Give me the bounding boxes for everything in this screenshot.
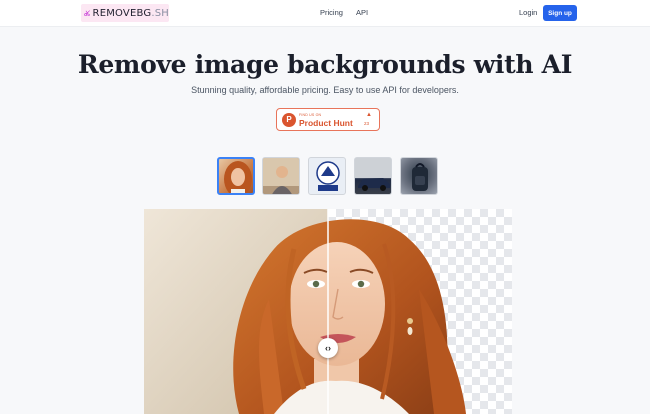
portrait-red-hair-icon <box>224 161 252 193</box>
brand-logo[interactable]: REMOVEBG.SH <box>81 4 169 22</box>
comparison-image <box>144 209 512 414</box>
page-title: Remove image backgrounds with AI <box>77 50 573 79</box>
backpack-photo-icon <box>412 163 428 191</box>
product-hunt-caption: FIND US ON <box>299 113 322 117</box>
nav-link-api[interactable]: API <box>356 8 368 17</box>
logo-graphic-icon <box>316 161 340 191</box>
signup-button[interactable]: Sign up <box>543 5 577 21</box>
page-subtitle: Stunning quality, affordable pricing. Ea… <box>191 85 459 95</box>
sample-thumbnail-logo[interactable] <box>308 157 346 195</box>
upvote-arrow-icon: ▲ <box>366 112 372 118</box>
login-link[interactable]: Login <box>519 8 537 17</box>
upvote-count: 23 <box>364 121 370 126</box>
top-navbar: REMOVEBG.SH Pricing API Login Sign up <box>0 0 650 27</box>
product-hunt-logo-icon: P <box>282 113 296 127</box>
sample-thumbnail-car[interactable] <box>354 157 392 195</box>
comparison-slider-handle[interactable]: ‹› <box>318 338 338 358</box>
nav-link-pricing[interactable]: Pricing <box>320 8 343 17</box>
man-in-office-icon <box>263 158 299 194</box>
logo-text: REMOVEBG.SH <box>93 8 169 19</box>
logo-extension: .SH <box>151 7 169 19</box>
product-hunt-name: Product Hunt <box>299 118 353 128</box>
product-hunt-badge[interactable]: P FIND US ON Product Hunt ▲ 23 <box>276 108 380 131</box>
before-after-comparison[interactable] <box>144 209 512 414</box>
logo-name: REMOVEBG <box>92 7 152 19</box>
car-photo-icon <box>355 158 391 191</box>
sample-thumbnail-office[interactable] <box>262 157 300 195</box>
scissors-icon <box>84 10 90 17</box>
sample-thumbnail-portrait[interactable] <box>217 157 255 195</box>
sample-thumbnail-backpack[interactable] <box>400 157 438 195</box>
